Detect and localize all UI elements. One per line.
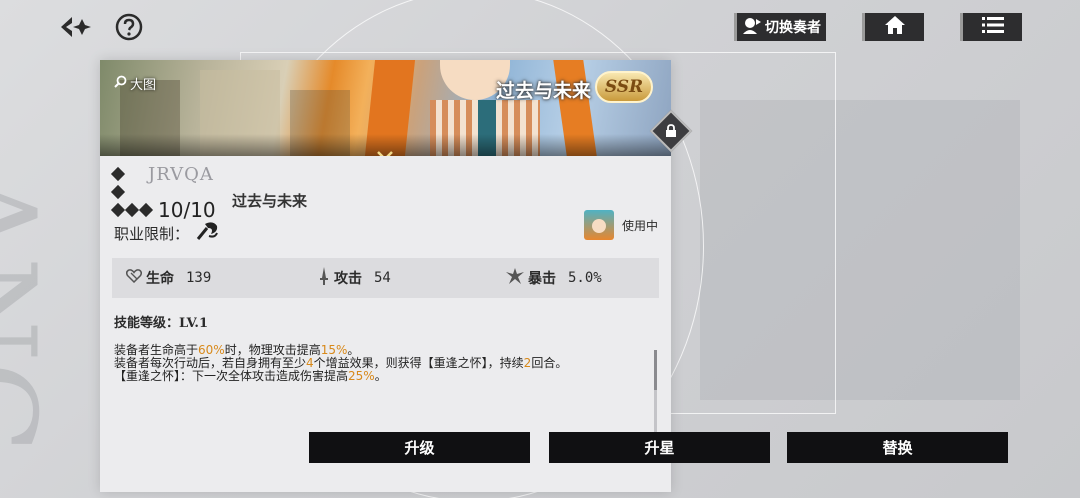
brand-logo: JRVQA (148, 163, 214, 185)
home-button[interactable] (862, 13, 924, 41)
in-use-label: 使用中 (622, 218, 659, 233)
help-icon[interactable] (112, 10, 146, 44)
rarity-diamond-icon (110, 202, 126, 218)
stat-hp-label: 生命 (146, 271, 174, 287)
home-icon (884, 15, 906, 39)
switch-player-label: 切换奏者 (765, 20, 821, 36)
equipment-level: 10/10 (158, 198, 216, 222)
skill-description: 装备者生命高于60%时，物理攻击提高15%。 装备者每次行动后，若自身拥有至少4… (114, 344, 634, 383)
switch-player-button[interactable]: 切换奏者 (734, 13, 826, 41)
rarity-diamond-icon (110, 184, 126, 200)
rarity-diamond-icon (138, 202, 154, 218)
crit-icon (506, 268, 524, 288)
stat-crit: 暴击 5.0% (506, 268, 602, 288)
job-restriction: 职业限制： (114, 220, 219, 246)
skill-level: 技能等级：LV.1 (114, 316, 208, 331)
equipment-card: 大图 过去与未来 SSR JRVQA 10/10 过去与未来 职业限制： 使用中… (100, 60, 693, 492)
stat-crit-label: 暴击 (528, 271, 556, 287)
avatar (584, 210, 614, 240)
in-use-indicator: 使用中 (584, 210, 658, 240)
description-scrollbar[interactable] (654, 350, 657, 440)
background-decor: ANC (0, 170, 60, 454)
heart-icon (125, 269, 143, 287)
chevron-down-icon (377, 146, 393, 156)
star-up-button[interactable]: 升星 (549, 432, 770, 463)
stat-crit-value: 5.0% (568, 270, 602, 286)
stat-atk-label: 攻击 (334, 271, 362, 287)
equipment-name: 过去与未来 (232, 192, 308, 210)
magnifier-icon (114, 75, 127, 92)
stat-hp: 生命 139 (125, 268, 212, 288)
list-menu-icon (981, 16, 1004, 38)
upgrade-button[interactable]: 升级 (309, 432, 530, 463)
stat-atk: 攻击 54 (318, 267, 391, 289)
replace-button[interactable]: 替换 (787, 432, 1008, 463)
rarity-diamond-icon (124, 202, 140, 218)
card-banner-art[interactable]: 大图 过去与未来 SSR (100, 60, 671, 156)
rarity-badge: SSR (595, 71, 653, 103)
back-icon[interactable] (58, 10, 92, 44)
top-left-controls (58, 10, 146, 44)
stat-atk-value: 54 (374, 270, 391, 286)
switch-player-icon (742, 16, 762, 38)
job-restriction-label: 职业限制： (114, 224, 190, 243)
rarity-diamond-icon (110, 166, 126, 182)
stat-hp-value: 139 (186, 270, 212, 286)
enlarge-label: 大图 (130, 78, 157, 93)
job-class-icon (195, 220, 219, 246)
menu-button[interactable] (960, 13, 1022, 41)
rarity-stars: JRVQA 10/10 (110, 163, 216, 222)
stats-bar: 生命 139 攻击 54 暴击 5.0% (112, 258, 659, 298)
enlarge-art-button[interactable]: 大图 (114, 74, 156, 93)
card-title: 过去与未来 (495, 80, 591, 102)
desc-line-3: 【重逢之怀】：下一次全体攻击造成伤害提高25%。 (114, 369, 387, 383)
top-right-controls: 切换奏者 (734, 13, 1022, 41)
lock-icon (666, 124, 676, 137)
sword-icon (318, 267, 330, 289)
